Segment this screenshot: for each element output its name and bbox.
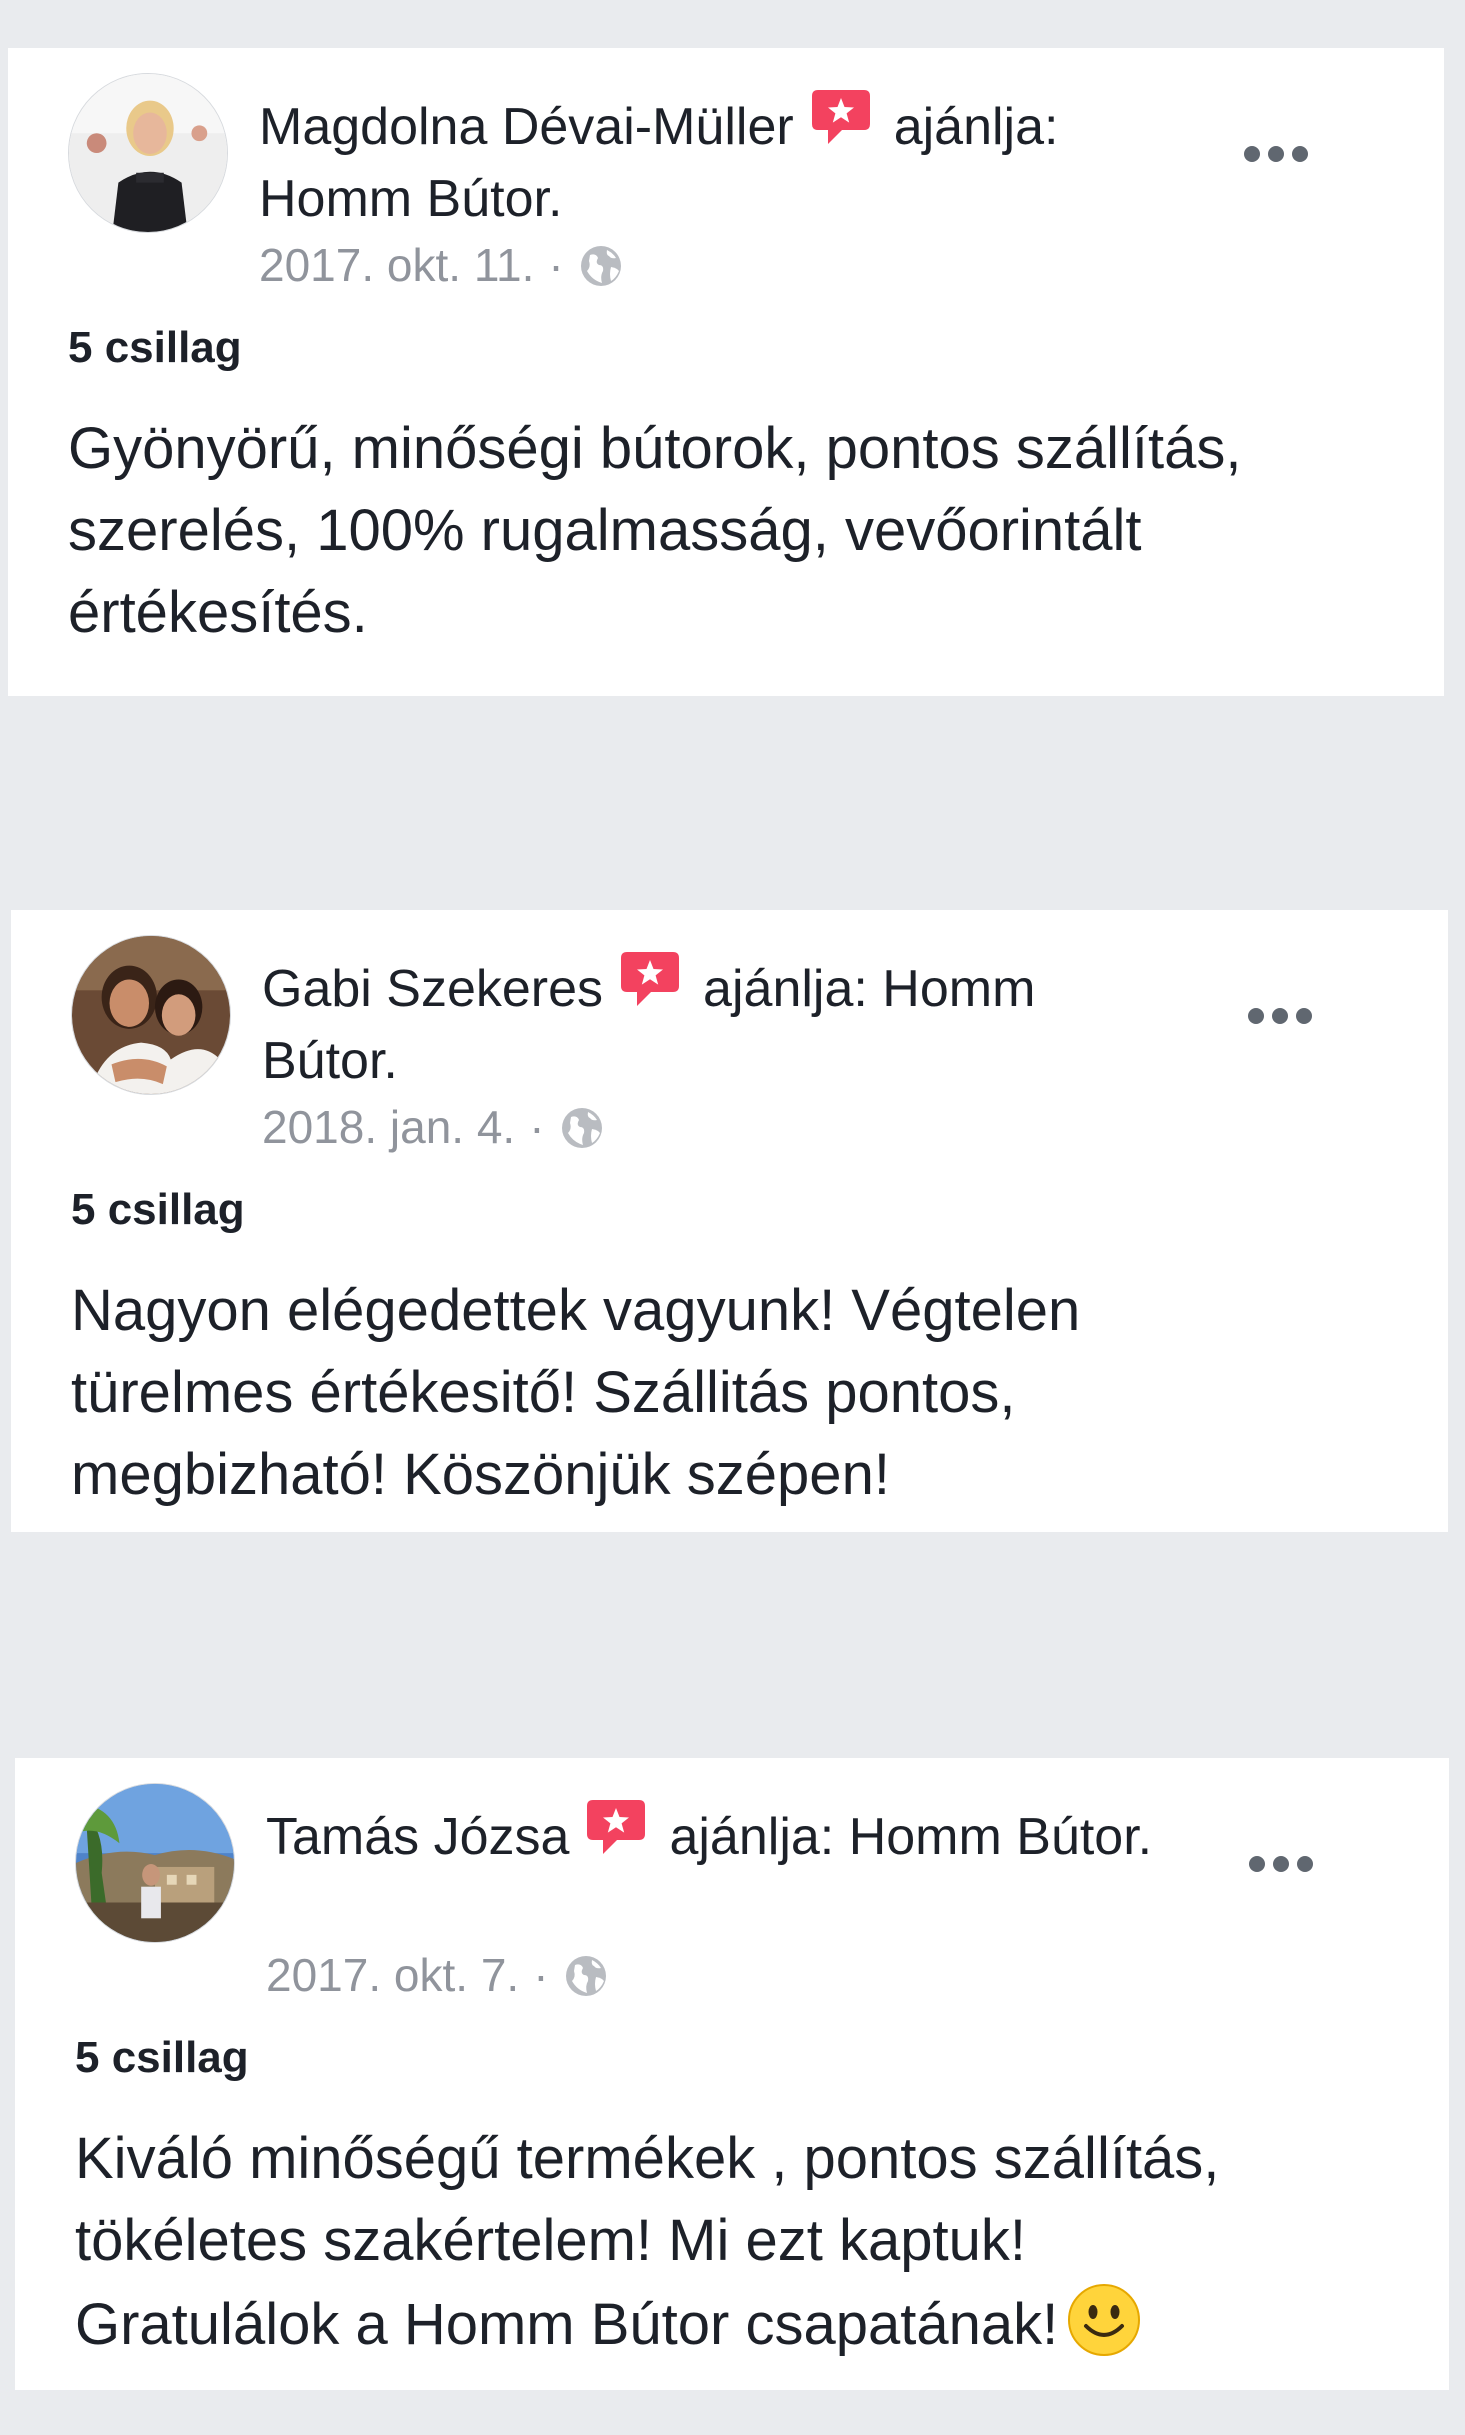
post-meta: 2017. okt. 11. · (259, 237, 624, 293)
avatar-photo (76, 1784, 234, 1942)
more-options-icon[interactable] (1247, 1854, 1315, 1874)
post-meta: 2018. jan. 4. · (262, 1099, 605, 1155)
meta-separator: · (533, 1949, 549, 2001)
recommends-text: ajánlja: (703, 960, 868, 1018)
post-date[interactable]: 2018. jan. 4. (262, 1101, 515, 1153)
review-card: Tamás Józsa ajánlja: Homm Bútor. 2017. ok… (15, 1758, 1449, 2390)
author-name[interactable]: Tamás Józsa (266, 1808, 569, 1866)
review-text: Kiváló minőségű termékek , pontos szállí… (75, 2126, 1220, 2357)
recommendation-badge-icon (810, 86, 872, 148)
review-text-container: Kiváló minőségű termékek , pontos szállí… (75, 2118, 1415, 2366)
globe-icon (578, 243, 624, 289)
review-header: Gabi Szekeres ajánlja: Homm Bútor. (262, 948, 1162, 1097)
review-card: Gabi Szekeres ajánlja: Homm Bútor. 2018. … (11, 910, 1448, 1532)
avatar[interactable] (75, 1783, 235, 1943)
author-name[interactable]: Gabi Szekeres (262, 960, 603, 1018)
star-rating: 5 csillag (75, 2033, 249, 2082)
review-header: Tamás Józsa ajánlja: Homm Bútor. (266, 1796, 1166, 1873)
avatar-photo (72, 936, 230, 1094)
recommends-text: ajánlja: (893, 98, 1059, 156)
recommendation-badge-icon (619, 948, 681, 1010)
review-card: Magdolna Dévai-Müller ajánlja: Homm Bútor… (8, 48, 1444, 696)
star-rating: 5 csillag (71, 1185, 245, 1234)
author-name[interactable]: Magdolna Dévai-Müller (259, 98, 794, 156)
avatar-photo (69, 74, 227, 232)
page-name[interactable]: Homm Bútor. (259, 170, 562, 228)
meta-separator: · (529, 1101, 545, 1153)
globe-icon (563, 1953, 609, 1999)
recommendation-badge-icon (585, 1796, 647, 1858)
post-meta: 2017. okt. 7. · (266, 1947, 609, 2003)
star-rating: 5 csillag (68, 323, 242, 372)
review-header: Magdolna Dévai-Müller ajánlja: Homm Bútor… (259, 86, 1159, 235)
meta-separator: · (548, 239, 564, 291)
more-options-icon[interactable] (1246, 1006, 1314, 1026)
post-date[interactable]: 2017. okt. 7. (266, 1949, 519, 2001)
more-options-icon[interactable] (1242, 144, 1310, 164)
recommends-text: ajánlja: (669, 1808, 835, 1866)
page-name[interactable]: Homm Bútor. (849, 1808, 1152, 1866)
globe-icon (559, 1105, 605, 1151)
smile-emoji-icon (1066, 2282, 1142, 2358)
review-text: Nagyon elégedettek vagyunk! Végtelen tür… (71, 1278, 1081, 1507)
avatar[interactable] (71, 935, 231, 1095)
review-text: Gyönyörű, minőségi bútorok, pontos száll… (68, 416, 1242, 645)
post-date[interactable]: 2017. okt. 11. (259, 239, 534, 291)
avatar[interactable] (68, 73, 228, 233)
